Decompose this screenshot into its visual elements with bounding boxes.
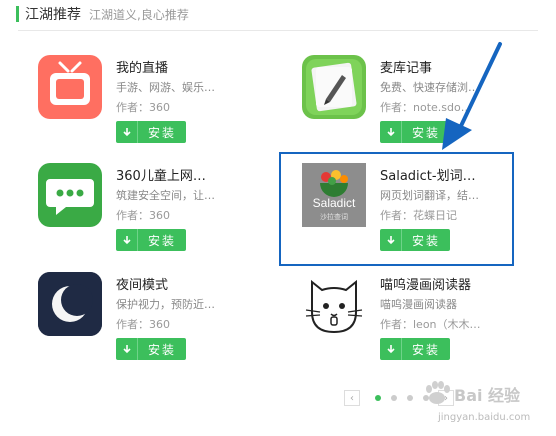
paw-icon	[426, 381, 450, 404]
pager-dot-2[interactable]	[391, 395, 397, 401]
pager-prev-button[interactable]: ‹	[344, 390, 360, 406]
watermark-text: Bai 经验	[454, 386, 521, 405]
watermark-url: jingyan.baidu.com	[438, 412, 531, 423]
annotation-arrow-icon	[442, 42, 502, 150]
pager-dot-3[interactable]	[407, 395, 413, 401]
pager-dot-1[interactable]	[375, 395, 381, 401]
baidu-jingyan-watermark: Bai 经验 jingyan.baidu.com	[418, 376, 546, 430]
